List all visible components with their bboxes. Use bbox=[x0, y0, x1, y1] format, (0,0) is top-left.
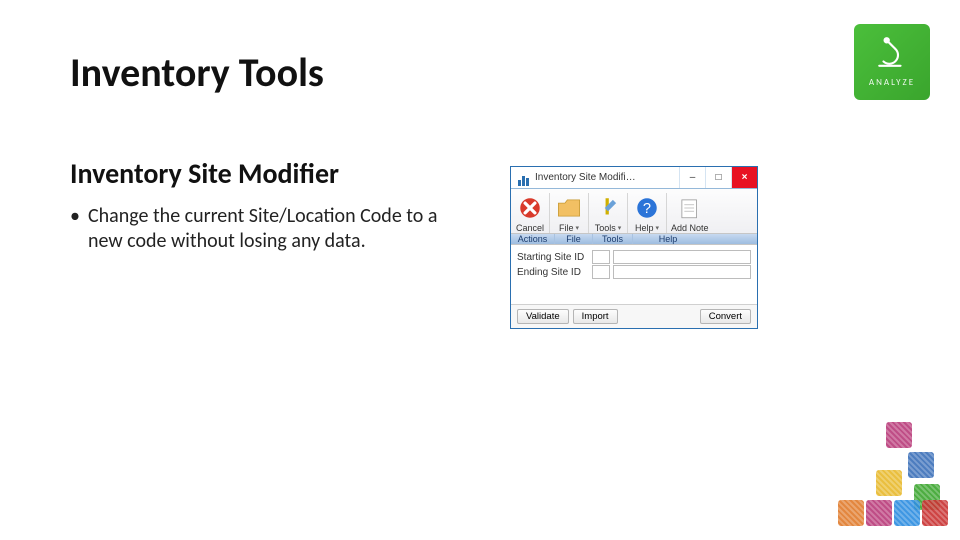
help-icon: ? bbox=[632, 193, 662, 223]
slide-title: Inventory Tools bbox=[70, 48, 324, 97]
note-icon bbox=[675, 193, 705, 223]
convert-button[interactable]: Convert bbox=[700, 309, 751, 324]
ribbon-group-actions: Actions bbox=[511, 234, 555, 244]
folder-icon bbox=[554, 193, 584, 223]
validate-button[interactable]: Validate bbox=[517, 309, 569, 324]
starting-site-label: Starting Site ID bbox=[517, 252, 592, 263]
titlebar: Inventory Site Modifi… – □ × bbox=[511, 167, 757, 189]
ribbon-tools-label: Tools bbox=[595, 224, 616, 233]
ribbon-addnote-label: Add Note bbox=[671, 224, 709, 233]
tools-icon bbox=[593, 193, 623, 223]
ending-site-input[interactable] bbox=[613, 265, 751, 279]
cube-icon bbox=[886, 422, 912, 448]
ribbon-add-note[interactable]: Add Note bbox=[667, 193, 713, 233]
slide-bullet: Change the current Site/Location Code to… bbox=[88, 204, 438, 254]
svg-text:?: ? bbox=[643, 201, 651, 217]
cube-icon bbox=[866, 500, 892, 526]
ending-site-label: Ending Site ID bbox=[517, 267, 592, 278]
form-area: Starting Site ID Ending Site ID bbox=[511, 245, 757, 304]
import-button[interactable]: Import bbox=[573, 309, 618, 324]
ribbon-help[interactable]: ? Help▾ bbox=[628, 193, 667, 233]
logo-text: ANALYZE bbox=[869, 77, 915, 88]
slide-subtitle: Inventory Site Modifier bbox=[70, 156, 339, 191]
chevron-down-icon: ▾ bbox=[656, 225, 660, 232]
maximize-button[interactable]: □ bbox=[705, 167, 731, 188]
cube-icon bbox=[908, 452, 934, 478]
decorative-cubes bbox=[768, 422, 948, 532]
ribbon-file-label: File bbox=[559, 224, 574, 233]
cube-icon bbox=[914, 484, 940, 510]
minimize-button[interactable]: – bbox=[679, 167, 705, 188]
cube-icon bbox=[876, 470, 902, 496]
window-title: Inventory Site Modifi… bbox=[535, 172, 679, 183]
cube-icon bbox=[922, 500, 948, 526]
ending-site-code[interactable] bbox=[592, 265, 610, 279]
cancel-icon bbox=[515, 193, 545, 223]
ribbon: Cancel File▾ Tools▾ ? Help▾ bbox=[511, 189, 757, 245]
microscope-icon bbox=[875, 36, 909, 75]
ribbon-help-label: Help bbox=[635, 224, 654, 233]
ribbon-tools[interactable]: Tools▾ bbox=[589, 193, 628, 233]
ribbon-cancel-label: Cancel bbox=[516, 224, 544, 233]
chevron-down-icon: ▾ bbox=[618, 225, 622, 232]
chevron-down-icon: ▾ bbox=[576, 225, 580, 232]
app-icon bbox=[515, 170, 531, 186]
ribbon-group-file: File bbox=[555, 234, 593, 244]
cube-icon bbox=[894, 500, 920, 526]
close-button[interactable]: × bbox=[731, 167, 757, 188]
ribbon-file[interactable]: File▾ bbox=[550, 193, 589, 233]
ribbon-group-tools: Tools bbox=[593, 234, 633, 244]
cube-icon bbox=[838, 500, 864, 526]
starting-site-code[interactable] bbox=[592, 250, 610, 264]
ribbon-group-help: Help bbox=[633, 234, 703, 244]
button-bar: Validate Import Convert bbox=[511, 304, 757, 328]
analyze-logo: ANALYZE bbox=[854, 24, 930, 100]
starting-site-input[interactable] bbox=[613, 250, 751, 264]
inventory-site-modifier-window: Inventory Site Modifi… – □ × Cancel File… bbox=[510, 166, 758, 329]
ribbon-cancel[interactable]: Cancel bbox=[511, 193, 550, 233]
